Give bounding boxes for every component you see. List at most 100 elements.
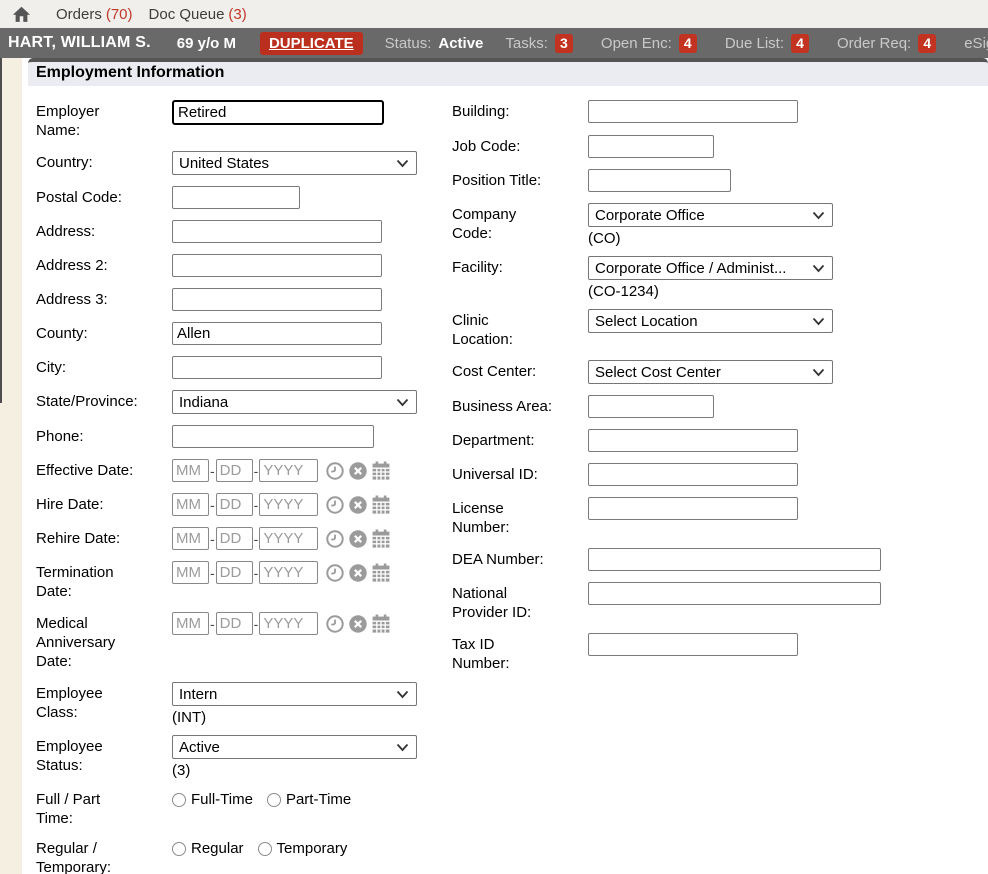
date-separator: -: [254, 616, 259, 632]
full-time-radio-label: Full-Time: [191, 791, 253, 808]
address3-input[interactable]: [172, 288, 382, 311]
nav-orders[interactable]: Orders (70): [56, 6, 133, 23]
job-code-input[interactable]: [588, 135, 714, 158]
part-time-radio[interactable]: [267, 793, 281, 807]
home-button[interactable]: [10, 3, 32, 25]
row-state-province: State/Province: Indiana: [36, 390, 440, 414]
effective-date-month-input[interactable]: [172, 459, 209, 482]
cost-center-select[interactable]: Select Cost Center: [588, 360, 833, 384]
effective-date-day-input[interactable]: [216, 459, 253, 482]
company-code-label: Company Code:: [452, 203, 588, 243]
position-title-input[interactable]: [588, 169, 731, 192]
employee-class-select[interactable]: Intern: [172, 682, 417, 706]
company-code-select[interactable]: Corporate Office: [588, 203, 833, 227]
temporary-radio[interactable]: [258, 842, 272, 856]
hire-date-year-input[interactable]: [259, 493, 318, 516]
tax-id-number-input[interactable]: [588, 633, 798, 656]
full-part-time-label: Full / Part Time:: [36, 788, 172, 828]
part-time-option[interactable]: Part-Time: [267, 791, 351, 808]
effective-date-year-input[interactable]: [259, 459, 318, 482]
termination-date-day-input[interactable]: [216, 561, 253, 584]
business-area-input[interactable]: [588, 395, 714, 418]
county-input[interactable]: [172, 322, 382, 345]
clock-icon[interactable]: [325, 614, 345, 634]
clock-icon[interactable]: [325, 529, 345, 549]
termination-date-month-input[interactable]: [172, 561, 209, 584]
clinic-location-select[interactable]: Select Location: [588, 309, 833, 333]
clock-icon[interactable]: [325, 461, 345, 481]
clear-icon[interactable]: [348, 461, 368, 481]
state-province-select[interactable]: Indiana: [172, 390, 417, 414]
clear-icon[interactable]: [348, 495, 368, 515]
orders-label: Orders: [56, 6, 102, 23]
department-input[interactable]: [588, 429, 798, 452]
license-number-input[interactable]: [588, 497, 798, 520]
nav-doc-queue[interactable]: Doc Queue (3): [149, 6, 247, 23]
clear-icon[interactable]: [348, 529, 368, 549]
regular-radio[interactable]: [172, 842, 186, 856]
row-country: Country: United States: [36, 151, 440, 175]
temporary-option[interactable]: Temporary: [258, 840, 348, 857]
open-enc-badge[interactable]: 4: [679, 34, 697, 53]
stat-esign: eSign: 7: [964, 34, 988, 53]
clear-icon[interactable]: [348, 614, 368, 634]
date-separator: -: [254, 463, 259, 479]
top-nav-bar: Orders (70) Doc Queue (3): [0, 0, 988, 28]
employer-name-input[interactable]: [172, 100, 384, 125]
postal-code-input[interactable]: [172, 186, 300, 209]
chevron-down-icon: [396, 690, 409, 699]
patient-status: Status: Active: [385, 35, 484, 52]
city-input[interactable]: [172, 356, 382, 379]
medical-anniversary-month-input[interactable]: [172, 612, 209, 635]
calendar-icon[interactable]: [371, 563, 391, 583]
row-clinic-location: Clinic Location: Select Location: [452, 309, 988, 349]
address2-input[interactable]: [172, 254, 382, 277]
department-label: Department:: [452, 429, 588, 450]
open-enc-label: Open Enc:: [601, 35, 672, 52]
top-nav-links: Orders (70) Doc Queue (3): [56, 6, 247, 23]
regular-temporary-label: Regular / Temporary:: [36, 837, 172, 874]
hire-date-day-input[interactable]: [216, 493, 253, 516]
universal-id-input[interactable]: [588, 463, 798, 486]
duplicate-button[interactable]: DUPLICATE: [260, 32, 363, 55]
order-req-badge[interactable]: 4: [918, 34, 936, 53]
rehire-date-month-input[interactable]: [172, 527, 209, 550]
tax-id-number-label: Tax ID Number:: [452, 633, 588, 673]
regular-option[interactable]: Regular: [172, 840, 244, 857]
clock-icon[interactable]: [325, 495, 345, 515]
country-select[interactable]: United States: [172, 151, 417, 175]
state-selected-value: Indiana: [179, 394, 396, 411]
license-number-label: License Number:: [452, 497, 588, 537]
clear-icon[interactable]: [348, 563, 368, 583]
row-job-code: Job Code:: [452, 135, 988, 158]
dea-number-input[interactable]: [588, 548, 881, 571]
calendar-icon[interactable]: [371, 461, 391, 481]
hire-date-month-input[interactable]: [172, 493, 209, 516]
calendar-icon[interactable]: [371, 614, 391, 634]
row-license-number: License Number:: [452, 497, 988, 537]
full-time-radio[interactable]: [172, 793, 186, 807]
stat-order-req: Order Req: 4: [837, 34, 936, 53]
calendar-icon[interactable]: [371, 529, 391, 549]
facility-select[interactable]: Corporate Office / Administ...: [588, 256, 833, 280]
due-list-badge[interactable]: 4: [791, 34, 809, 53]
company-code-selected-value: Corporate Office: [595, 207, 812, 224]
row-effective-date: Effective Date: - -: [36, 459, 440, 482]
national-provider-id-input[interactable]: [588, 582, 881, 605]
building-input[interactable]: [588, 100, 798, 123]
full-time-option[interactable]: Full-Time: [172, 791, 253, 808]
row-medical-anniversary-date: Medical Anniversary Date: - -: [36, 612, 440, 671]
phone-input[interactable]: [172, 425, 374, 448]
tasks-badge[interactable]: 3: [555, 34, 573, 53]
medical-anniversary-day-input[interactable]: [216, 612, 253, 635]
termination-date-year-input[interactable]: [259, 561, 318, 584]
rehire-date-year-input[interactable]: [259, 527, 318, 550]
address-input[interactable]: [172, 220, 382, 243]
employee-status-select[interactable]: Active: [172, 735, 417, 759]
section-header: Employment Information: [28, 58, 988, 86]
calendar-icon[interactable]: [371, 495, 391, 515]
chevron-down-icon: [812, 317, 825, 326]
clock-icon[interactable]: [325, 563, 345, 583]
rehire-date-day-input[interactable]: [216, 527, 253, 550]
medical-anniversary-year-input[interactable]: [259, 612, 318, 635]
